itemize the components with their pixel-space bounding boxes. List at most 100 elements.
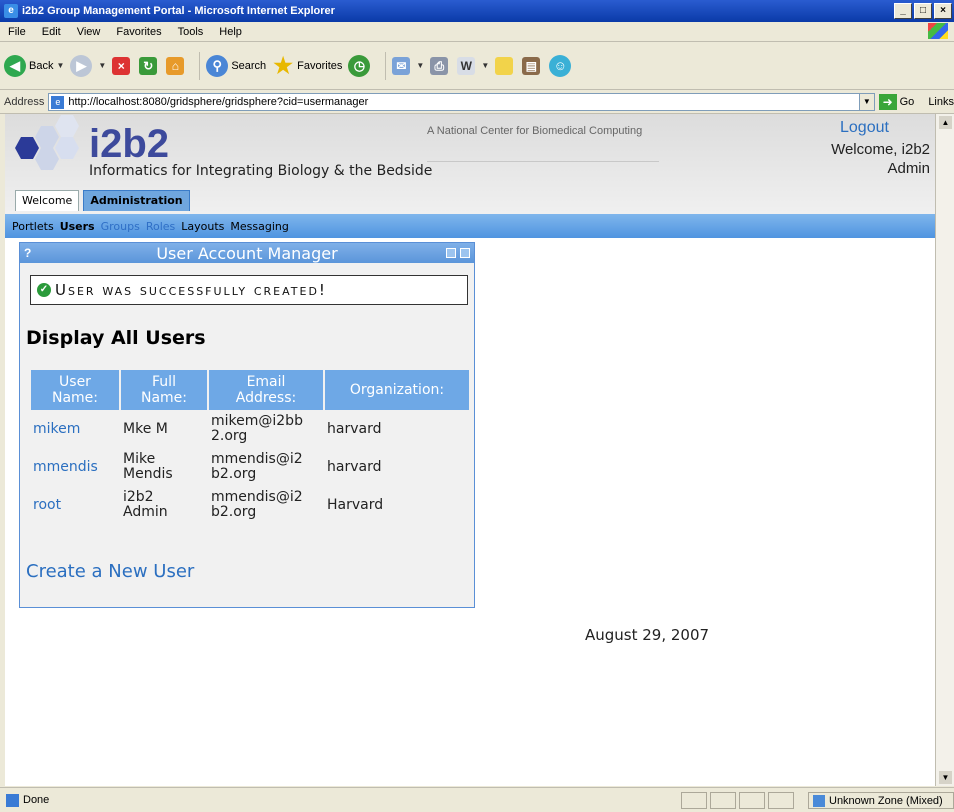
status-pane (739, 792, 765, 809)
create-user-link[interactable]: Create a New User (26, 561, 194, 582)
email-cell: mikem@i2bb 2.org (211, 413, 303, 444)
table-row: mikem Mke M mikem@i2bb 2.org harvard (31, 410, 469, 448)
menu-view[interactable]: View (69, 26, 109, 38)
favorites-button[interactable]: ★ Favorites (272, 54, 343, 77)
research-button[interactable]: ▤ (522, 56, 543, 75)
full-name-cell: i2b2 Admin (123, 489, 168, 520)
menu-bar: File Edit View Favorites Tools Help (0, 22, 954, 42)
address-dropdown[interactable]: ▼ (860, 93, 875, 111)
home-icon: ⌂ (166, 56, 185, 75)
success-message: ✓ User was successfully created! (30, 275, 468, 305)
col-email-address: Email Address: (209, 370, 323, 410)
header-divider (427, 161, 659, 162)
go-button[interactable]: ➜ Go (878, 94, 915, 110)
stop-icon: × (112, 56, 131, 75)
close-button[interactable]: × (934, 3, 952, 19)
table-row: mmendis Mike Mendis mmendis@i2 b2.org harv… (31, 448, 469, 486)
forward-button[interactable]: ▶ ▼ (70, 54, 107, 77)
refresh-icon: ↻ (139, 56, 158, 75)
discuss-button[interactable] (495, 56, 516, 75)
minimize-button[interactable]: _ (894, 3, 912, 19)
subnav-messaging[interactable]: Messaging (230, 220, 288, 233)
favorites-label: Favorites (297, 59, 343, 72)
menu-edit[interactable]: Edit (34, 26, 69, 38)
research-icon: ▤ (522, 56, 541, 75)
menu-file[interactable]: File (0, 26, 34, 38)
home-button[interactable]: ⌂ (166, 56, 187, 75)
welcome-text: Welcome, i2b2 Admin (785, 140, 930, 178)
users-table: User Name: Full Name: Email Address: Organi… (29, 370, 471, 524)
edit-button[interactable]: W ▼ (457, 56, 490, 75)
word-icon: W (457, 56, 476, 75)
status-pane (768, 792, 794, 809)
windows-logo-icon (928, 23, 948, 39)
vertical-scrollbar[interactable]: ▲ ▼ (935, 114, 954, 786)
subnav-layouts[interactable]: Layouts (181, 220, 224, 233)
page-date: August 29, 2007 (585, 626, 710, 644)
back-label: Back (29, 59, 54, 72)
history-button[interactable]: ◷ (348, 54, 373, 77)
admin-subnav: Portlets Users Groups Roles Layouts Mess… (5, 214, 935, 238)
zone-text: Unknown Zone (Mixed) (829, 794, 943, 807)
menu-help[interactable]: Help (211, 26, 250, 38)
subnav-users[interactable]: Users (60, 220, 95, 233)
go-label: Go (899, 96, 915, 108)
minimize-portlet-icon[interactable] (446, 248, 456, 258)
portal-tabs: Welcome Administration (15, 190, 194, 211)
messenger-button[interactable]: ☺ (549, 54, 574, 77)
portlet-controls (446, 248, 470, 258)
scroll-down-icon[interactable]: ▼ (939, 771, 952, 784)
tab-administration[interactable]: Administration (83, 190, 190, 211)
user-account-manager-portlet: ? User Account Manager ✓ User was succes… (19, 242, 475, 608)
user-name-link[interactable]: mmendis (31, 448, 119, 486)
links-button[interactable]: Links (928, 96, 954, 108)
zone-globe-icon (813, 794, 825, 807)
tagline: Informatics for Integrating Biology & th… (89, 163, 433, 179)
ie-icon: e (4, 4, 18, 18)
menu-favorites[interactable]: Favorites (108, 26, 169, 38)
messenger-icon: ☺ (549, 54, 572, 77)
go-arrow-icon: ➜ (878, 94, 897, 110)
col-organization: Organization: (325, 370, 469, 410)
search-button[interactable]: ⚲ Search (206, 54, 266, 77)
user-name-link[interactable]: mikem (31, 410, 119, 448)
status-pane (710, 792, 736, 809)
stop-button[interactable]: × (112, 56, 133, 75)
page-done-icon (6, 793, 19, 807)
logout-link[interactable]: Logout (840, 119, 889, 137)
scroll-up-icon[interactable]: ▲ (939, 116, 952, 129)
welcome-user: Admin (887, 160, 930, 177)
full-name-cell: Mike Mendis (123, 451, 173, 482)
maximize-portlet-icon[interactable] (460, 248, 470, 258)
history-icon: ◷ (348, 54, 371, 77)
col-user-name: User Name: (31, 370, 119, 410)
print-button[interactable]: ⎙ (430, 56, 451, 75)
address-input[interactable]: e http://localhost:8080/gridsphere/grids… (48, 93, 860, 111)
table-header-row: User Name: Full Name: Email Address: Organi… (31, 370, 469, 410)
address-label: Address (4, 96, 45, 108)
subnav-groups[interactable]: Groups (101, 220, 140, 233)
subnav-portlets[interactable]: Portlets (12, 220, 54, 233)
window-controls: _ □ × (894, 3, 952, 19)
portlet-title: User Account Manager (156, 243, 338, 263)
maximize-button[interactable]: □ (914, 3, 932, 19)
menu-tools[interactable]: Tools (170, 26, 212, 38)
mail-button[interactable]: ✉ ▼ (392, 56, 425, 75)
chevron-down-icon: ▼ (98, 61, 107, 70)
user-name-link[interactable]: root (31, 486, 119, 524)
chevron-down-icon: ▼ (416, 61, 425, 70)
organization-cell: Harvard (327, 496, 384, 513)
ncbc-text: A National Center for Biomedical Computi… (427, 125, 643, 137)
browser-toolbar: ◀ Back ▼ ▶ ▼ × ↻ ⌂ ⚲ Search ★ Favorites … (0, 42, 954, 90)
back-button[interactable]: ◀ Back ▼ (4, 54, 64, 77)
chevron-down-icon: ▼ (481, 61, 490, 70)
tab-welcome[interactable]: Welcome (15, 190, 80, 211)
back-arrow-icon: ◀ (4, 54, 26, 77)
status-bar: Done Unknown Zone (Mixed) (0, 787, 954, 812)
refresh-button[interactable]: ↻ (139, 56, 160, 75)
toolbar-separator (199, 51, 201, 80)
subnav-roles[interactable]: Roles (146, 220, 175, 233)
welcome-line: Welcome, i2b2 (831, 141, 930, 158)
status-text: Done (23, 794, 50, 806)
full-name-cell: Mke M (123, 420, 168, 437)
